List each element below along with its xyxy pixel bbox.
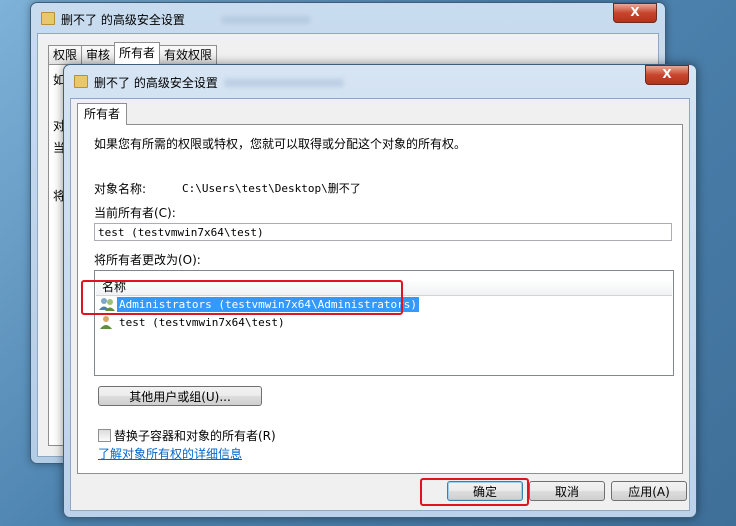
cancel-button[interactable]: 取消 (529, 481, 605, 501)
back-window-titlebar[interactable]: 删不了 的高级安全设置 X (31, 3, 665, 33)
dialog-title: 删不了 的高级安全设置 (94, 76, 218, 90)
apply-button[interactable]: 应用(A) (611, 481, 687, 501)
tab-permissions[interactable]: 权限 (48, 45, 83, 64)
current-owner-field[interactable]: test (testvmwin7x64\test) (94, 223, 672, 241)
tab-auditing[interactable]: 审核 (81, 45, 116, 64)
other-users-button[interactable]: 其他用户或组(U)... (98, 386, 262, 406)
blurred-title-region (221, 16, 311, 24)
learn-more-link[interactable]: 了解对象所有权的详细信息 (98, 445, 242, 462)
tab-owner[interactable]: 所有者 (77, 103, 128, 125)
back-window-close-button[interactable]: X (613, 3, 657, 23)
object-name-label: 对象名称: (94, 182, 147, 196)
current-owner-label: 当前所有者(C): (94, 206, 176, 220)
annotation-highlight-ok (420, 478, 529, 506)
dialog-close-button[interactable]: X (645, 65, 689, 85)
tab-owner[interactable]: 所有者 (114, 42, 161, 64)
tab-effective-permissions[interactable]: 有效权限 (159, 45, 218, 64)
back-window-title: 删不了 的高级安全设置 (61, 13, 185, 27)
list-item-test[interactable]: test (testvmwin7x64\test) (99, 314, 287, 332)
replace-owner-checkbox[interactable] (98, 429, 111, 442)
replace-owner-label: 替换子容器和对象的所有者(R) (114, 429, 276, 443)
object-name-value: C:\Users\test\Desktop\删不了 (182, 182, 361, 195)
back-window-tabs: 权限 审核 所有者 有效权限 (48, 42, 218, 64)
change-owner-label: 将所有者更改为(O): (94, 253, 201, 267)
intro-text: 如果您有所需的权限或特权，您就可以取得或分配这个对象的所有权。 (94, 137, 467, 151)
user-icon (99, 315, 113, 329)
blurred-title-region (224, 79, 344, 87)
folder-icon (74, 75, 88, 88)
annotation-highlight-administrators (81, 280, 403, 315)
list-item-label: test (testvmwin7x64\test) (119, 316, 285, 329)
folder-icon (41, 12, 55, 25)
